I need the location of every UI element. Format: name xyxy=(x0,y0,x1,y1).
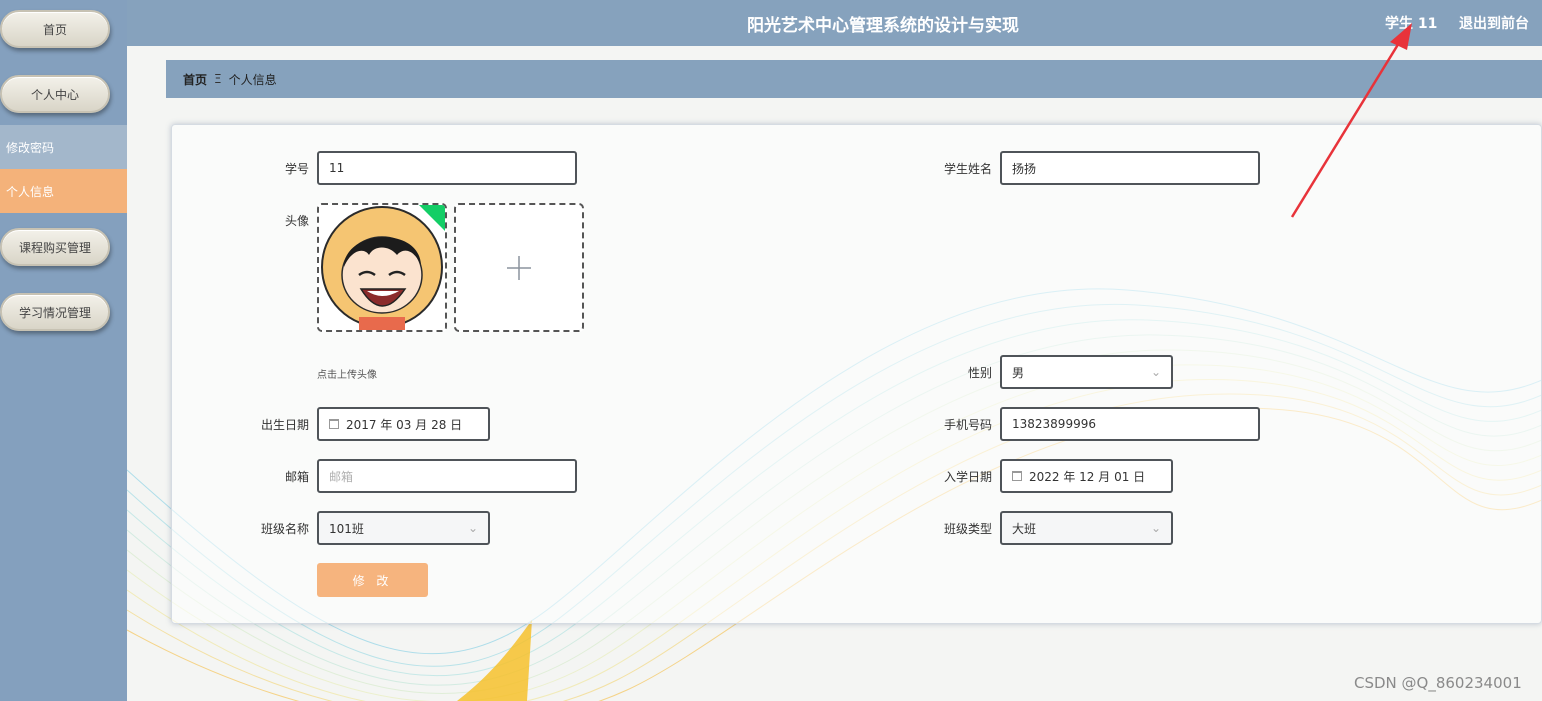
annotation-arrow xyxy=(1290,23,1412,218)
sidebar-item-home[interactable]: 首页 xyxy=(0,10,110,48)
breadcrumb-home[interactable]: 首页 xyxy=(183,71,207,88)
submenu-item-label: 个人信息 xyxy=(6,184,55,199)
sidebar-item-study-status[interactable]: 学习情况管理 xyxy=(0,293,110,331)
breadcrumb-current: 个人信息 xyxy=(228,72,277,87)
submenu-item-personal-info[interactable]: 个人信息 xyxy=(0,169,127,213)
sidebar-item-course-purchase[interactable]: 课程购买管理 xyxy=(0,228,110,266)
breadcrumb-separator-icon: Ξ xyxy=(214,72,222,86)
watermark: CSDN @Q_860234001 xyxy=(1354,674,1522,692)
sidebar-item-personal-center[interactable]: 个人中心 xyxy=(0,75,110,113)
app-title: 阳光艺术中心管理系统的设计与实现 xyxy=(747,16,1019,36)
sidebar-item-label: 课程购买管理 xyxy=(18,240,91,255)
sidebar: 首页 个人中心 修改密码 个人信息 课程购买管理 学习情况管理 xyxy=(0,0,127,701)
sidebar-item-label: 首页 xyxy=(42,22,67,37)
logout-link[interactable]: 退出到前台 xyxy=(1459,13,1529,33)
submenu-item-label: 修改密码 xyxy=(6,140,55,155)
submenu-item-change-password[interactable]: 修改密码 xyxy=(0,125,127,169)
sidebar-item-label: 个人中心 xyxy=(30,87,79,102)
sidebar-item-label: 学习情况管理 xyxy=(18,305,91,320)
